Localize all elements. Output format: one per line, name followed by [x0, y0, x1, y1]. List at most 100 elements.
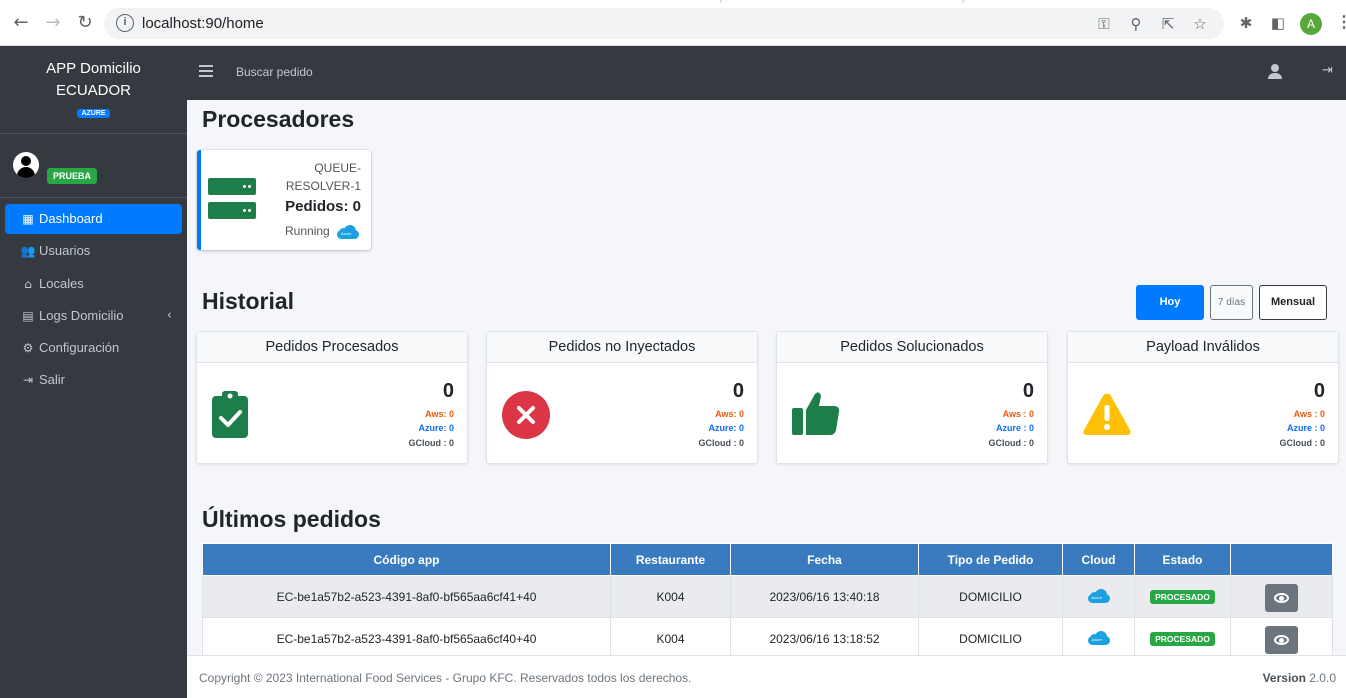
top-navbar: Buscar pedido ⇥ — [187, 46, 1346, 100]
server-icon — [208, 202, 256, 219]
sidebar-item-usuarios[interactable]: 👥 Usuarios — [5, 236, 182, 266]
processors-title: Procesadores — [202, 106, 355, 132]
column-header[interactable]: Restaurante — [610, 543, 731, 576]
azure-cloud-icon: Azure — [1086, 588, 1112, 603]
table-row: EC-be1a57b2-a523-4391-8af0-bf565aa6cf40+… — [202, 617, 1333, 655]
sidebar-item-logs-domicilio[interactable]: ▤ Logs Domicilio ‹ — [5, 301, 182, 331]
logout-icon[interactable]: ⇥ — [1322, 63, 1333, 78]
order-code: EC-be1a57b2-a523-4391-8af0-bf565aa6cf40+… — [202, 617, 611, 655]
stat-value: 0 — [1313, 380, 1325, 402]
processor-card: QUEUE-RESOLVER-1 Pedidos: 0 Running Azur… — [197, 150, 371, 250]
sidebar-item-locales[interactable]: ⌂ Locales — [5, 269, 182, 299]
site-info-icon[interactable]: i — [116, 14, 134, 32]
server-icon — [208, 178, 256, 195]
stat-aws: Aws : 0 — [1293, 409, 1325, 419]
archive-icon: ▤ — [22, 308, 34, 323]
filter-monthly-button[interactable]: Mensual — [1259, 285, 1327, 320]
side-panel-icon[interactable]: ◧ — [1268, 13, 1288, 33]
order-code: EC-be1a57b2-a523-4391-8af0-bf565aa6cf41+… — [202, 575, 611, 618]
processor-status: Running — [285, 224, 330, 238]
orders-table-wrapper: Código app Restaurante Fecha Tipo de Ped… — [202, 543, 1333, 655]
azure-cloud-icon: Azure — [1086, 630, 1112, 645]
order-type: DOMICILIO — [918, 575, 1063, 618]
column-header[interactable]: Código app — [202, 543, 611, 576]
share-icon[interactable]: ⇱ — [1158, 14, 1178, 34]
sign-out-icon: ⇥ — [22, 373, 34, 388]
stat-azure: Azure : 0 — [995, 423, 1034, 433]
orders-table: Código app Restaurante Fecha Tipo de Ped… — [202, 543, 1333, 655]
extensions-icon[interactable]: ✱ — [1236, 13, 1256, 33]
stat-card-title: Pedidos Solucionados — [777, 332, 1047, 363]
column-header[interactable]: Cloud — [1062, 543, 1135, 576]
filter-today-button[interactable]: Hoy — [1136, 285, 1204, 320]
sidebar-item-dashboard[interactable]: ▦ Dashboard — [5, 204, 182, 234]
latest-orders-title: Últimos pedidos — [202, 506, 381, 532]
filter-7-days-button[interactable]: 7 días — [1210, 285, 1253, 320]
stat-gcloud: GCloud : 0 — [988, 438, 1035, 448]
stat-gcloud: GCloud : 0 — [698, 438, 745, 448]
url-text[interactable]: localhost:90/home — [142, 15, 264, 32]
table-icon: ▦ — [22, 212, 34, 226]
column-header — [1230, 543, 1333, 576]
stat-gcloud: GCloud : 0 — [1279, 438, 1326, 448]
forward-icon[interactable]: → — [42, 12, 64, 34]
order-state: PROCESADO — [1134, 575, 1231, 618]
status-badge: PROCESADO — [1150, 632, 1215, 646]
version-text: Version 2.0.0 — [1263, 671, 1336, 685]
order-cloud: Azure — [1062, 617, 1135, 655]
stat-card-not-injected: Pedidos no Inyectados 0 Aws: 0 Azure: 0 … — [486, 331, 758, 464]
hamburger-menu-icon[interactable] — [199, 65, 213, 77]
table-row: EC-be1a57b2-a523-4391-8af0-bf565aa6cf41+… — [202, 575, 1333, 618]
sidebar-item-label: Dashboard — [39, 211, 103, 226]
brand[interactable]: APP Domicilio ECUADOR AZURE — [0, 46, 187, 134]
column-header[interactable]: Estado — [1134, 543, 1231, 576]
store-icon: ⌂ — [24, 276, 32, 291]
status-badge: PROCESADO — [1150, 590, 1215, 604]
footer: Copyright © 2023 International Food Serv… — [187, 655, 1346, 698]
stat-azure: Azure : 0 — [1286, 423, 1325, 433]
historial-title: Historial — [202, 288, 295, 314]
table-header-row: Código app Restaurante Fecha Tipo de Ped… — [202, 543, 1333, 576]
cloud-badge: AZURE — [77, 109, 110, 118]
azure-cloud-icon: Azure — [335, 224, 361, 239]
stat-aws: Aws: 0 — [425, 409, 454, 419]
sidebar-item-label: Salir — [39, 372, 66, 388]
user-icon[interactable] — [1268, 64, 1282, 80]
back-icon[interactable]: ← — [10, 12, 32, 34]
order-restaurant: K004 — [610, 617, 731, 655]
warning-icon — [1082, 392, 1132, 441]
user-avatar-icon — [13, 152, 39, 178]
view-order-button[interactable] — [1265, 625, 1298, 654]
browser-menu-icon[interactable]: ⋮ — [1336, 13, 1346, 33]
address-bar[interactable]: i localhost:90/home ⚿ ⚲ ⇱ ☆ — [104, 8, 1224, 39]
order-restaurant: K004 — [610, 575, 731, 618]
stat-azure: Azure: 0 — [708, 423, 744, 433]
copyright-text: Copyright © 2023 International Food Serv… — [199, 671, 692, 685]
thumbs-up-icon — [791, 390, 841, 441]
stat-card-invalid-payload: Payload Inválidos 0 Aws : 0 Azure : 0 GC… — [1067, 331, 1339, 464]
order-date: 2023/06/16 13:40:18 — [730, 575, 919, 618]
view-order-button[interactable] — [1265, 583, 1298, 612]
user-panel: PRUEBA — [0, 134, 187, 198]
stat-aws: Aws: 0 — [715, 409, 744, 419]
sidebar-item-configuracion[interactable]: ⚙ Configuración — [5, 333, 182, 363]
stat-aws: Aws : 0 — [1002, 409, 1034, 419]
times-circle-icon — [501, 390, 551, 445]
column-header[interactable]: Fecha — [730, 543, 919, 576]
search-order-link[interactable]: Buscar pedido — [236, 65, 313, 79]
sidebar-item-label: Locales — [39, 275, 84, 291]
reload-icon[interactable]: ↻ — [74, 12, 96, 34]
version-label: Version — [1262, 671, 1306, 685]
processor-order-count: Pedidos: 0 — [285, 198, 361, 215]
users-icon: 👥 — [20, 244, 36, 259]
order-cloud: Azure — [1062, 575, 1135, 618]
sidebar-item-salir[interactable]: ⇥ Salir — [5, 365, 182, 395]
column-header[interactable]: Tipo de Pedido — [918, 543, 1063, 576]
browser-toolbar: ← → ↻ i localhost:90/home ⚿ ⚲ ⇱ ☆ ✱ ◧ A … — [0, 0, 1346, 46]
zoom-icon[interactable]: ⚲ — [1126, 14, 1146, 34]
key-icon[interactable]: ⚿ — [1094, 14, 1114, 34]
bookmark-star-icon[interactable]: ☆ — [1190, 14, 1210, 34]
cogs-icon: ⚙ — [22, 341, 34, 356]
user-badge: PRUEBA — [47, 168, 98, 184]
profile-avatar[interactable]: A — [1300, 13, 1322, 35]
